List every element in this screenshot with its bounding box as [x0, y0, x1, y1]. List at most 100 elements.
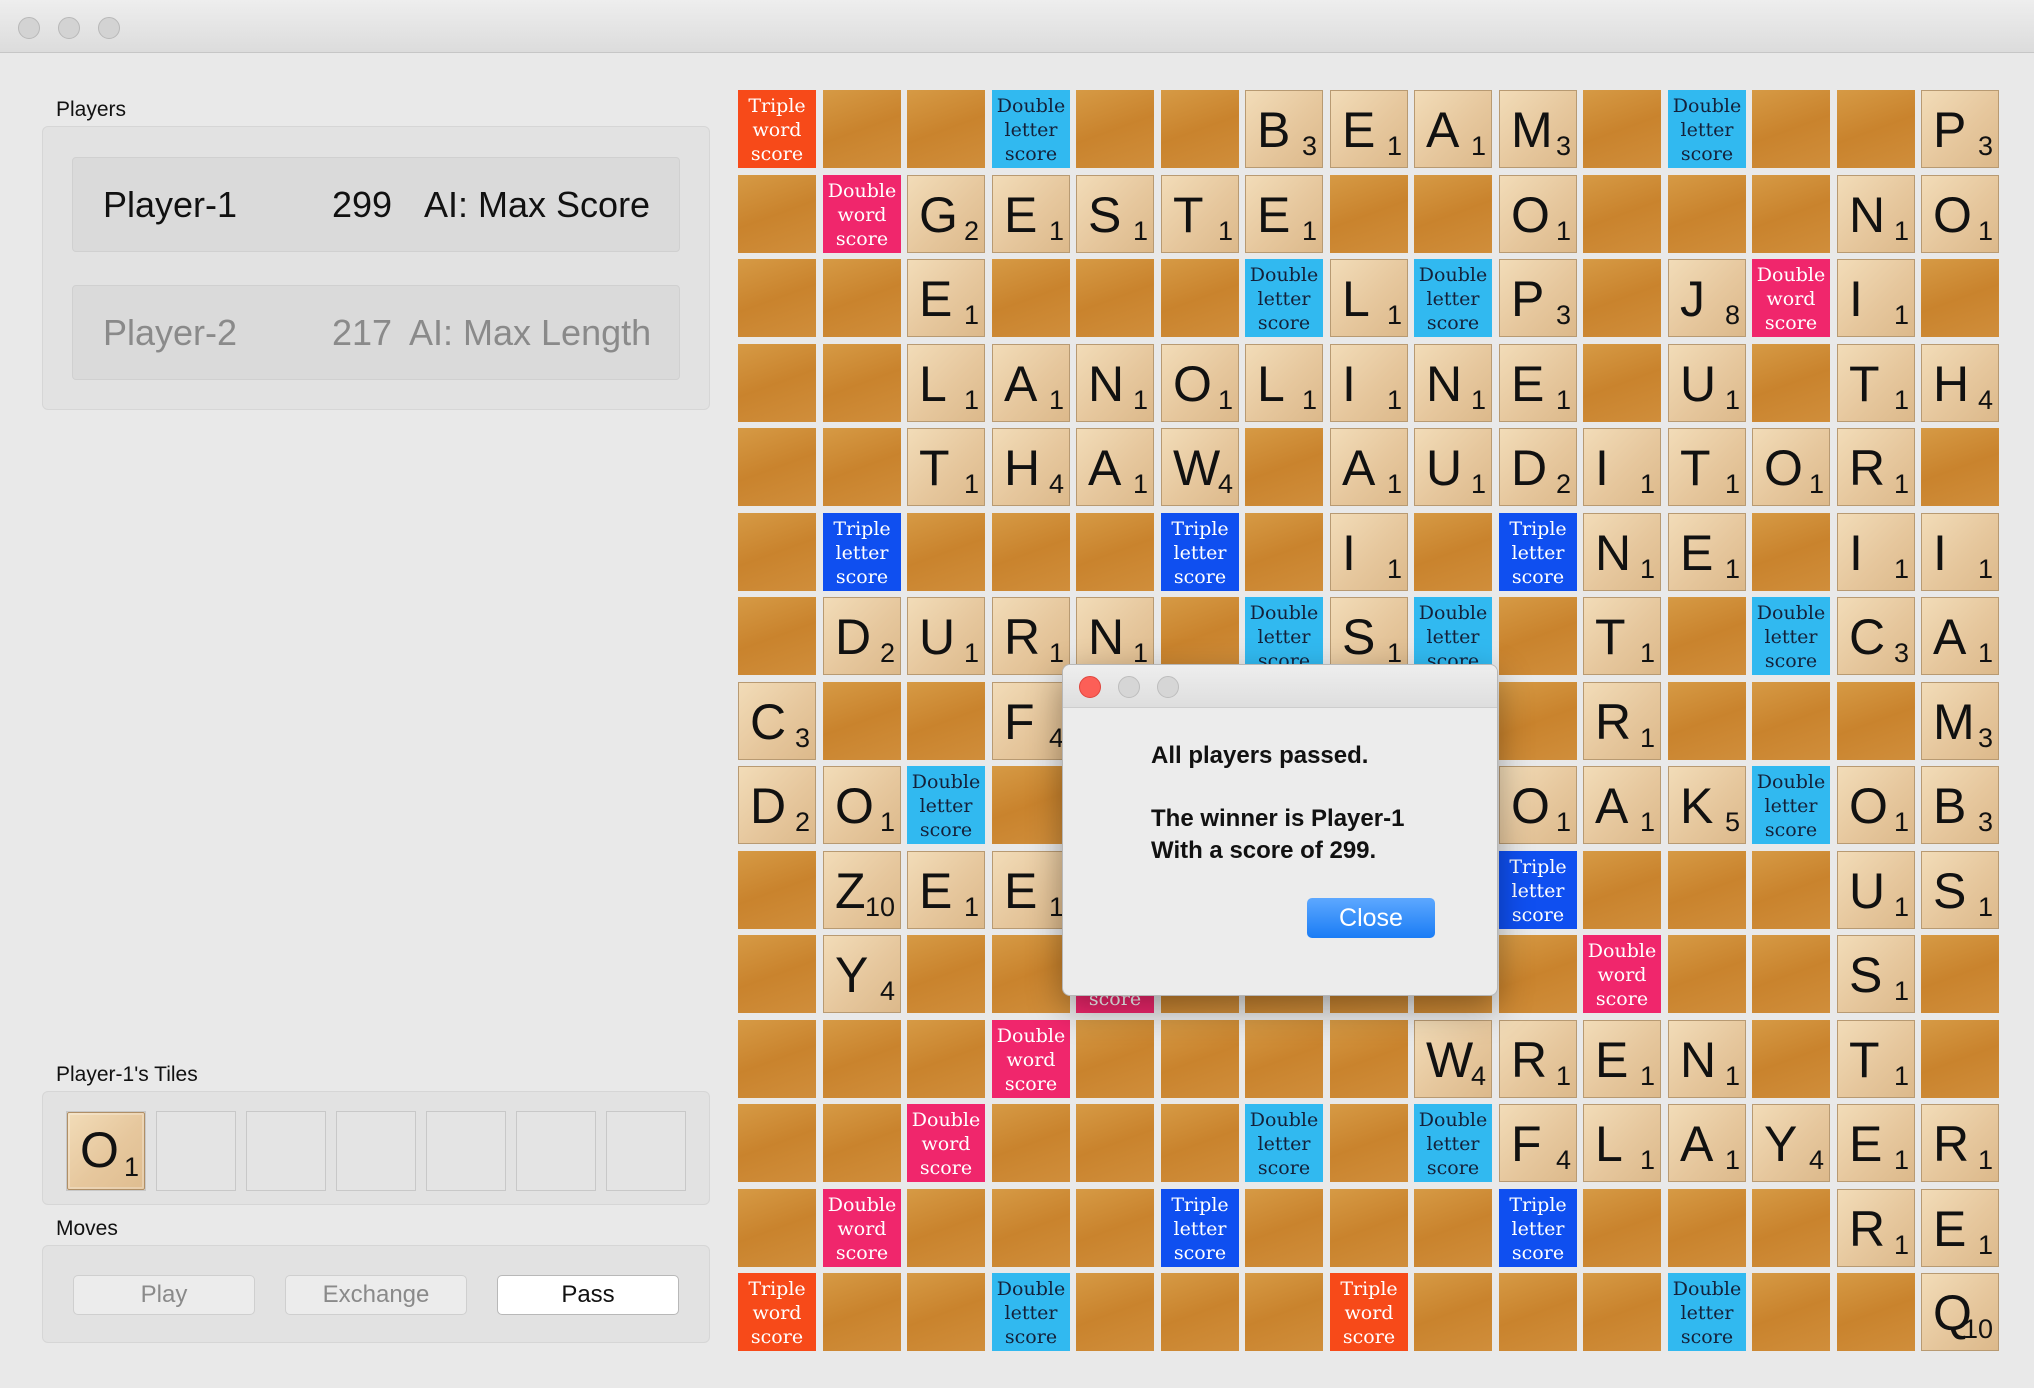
board-cell-empty[interactable] [907, 90, 985, 168]
board-tile[interactable]: R1 [992, 597, 1070, 675]
rack-slot[interactable] [246, 1111, 326, 1191]
board-cell-empty[interactable] [1837, 682, 1915, 760]
board-cell-empty[interactable] [823, 1104, 901, 1182]
pass-button[interactable]: Pass [497, 1275, 679, 1315]
window-minimize-button[interactable] [58, 17, 80, 39]
board-cell-empty[interactable] [1583, 1273, 1661, 1351]
board-tile[interactable]: A1 [1330, 428, 1408, 506]
board-tile[interactable]: E1 [1583, 1020, 1661, 1098]
board-cell-tw[interactable]: Triple word score [738, 1273, 816, 1351]
board-tile[interactable]: H4 [992, 428, 1070, 506]
board-cell-empty[interactable] [1752, 1189, 1830, 1267]
board-cell-dl[interactable]: Double letter score [992, 1273, 1070, 1351]
board-cell-empty[interactable] [738, 1189, 816, 1267]
board-tile[interactable]: I1 [1330, 513, 1408, 591]
board-cell-empty[interactable] [1752, 935, 1830, 1013]
board-tile[interactable]: R1 [1837, 1189, 1915, 1267]
board-cell-empty[interactable] [1668, 935, 1746, 1013]
board-cell-dl[interactable]: Double letter score [907, 766, 985, 844]
board-cell-empty[interactable] [738, 513, 816, 591]
board-cell-empty[interactable] [1414, 175, 1492, 253]
board-tile[interactable]: O1 [823, 766, 901, 844]
board-cell-empty[interactable] [1076, 259, 1154, 337]
board-cell-empty[interactable] [1668, 1189, 1746, 1267]
board-cell-tl[interactable]: Triple letter score [1499, 1189, 1577, 1267]
board-tile[interactable]: L1 [907, 344, 985, 422]
board-cell-tl[interactable]: Triple letter score [823, 513, 901, 591]
board-tile[interactable]: R1 [1921, 1104, 1999, 1182]
board-cell-empty[interactable] [1499, 682, 1577, 760]
board-tile[interactable]: E1 [1245, 175, 1323, 253]
board-cell-dw[interactable]: Doublewordscore [1583, 935, 1661, 1013]
board-cell-empty[interactable] [992, 1189, 1070, 1267]
board-cell-empty[interactable] [1245, 1189, 1323, 1267]
window-close-button[interactable] [18, 17, 40, 39]
board-cell-tw[interactable]: Triple word score [1330, 1273, 1408, 1351]
board-tile[interactable]: U1 [907, 597, 985, 675]
board-cell-empty[interactable] [907, 1189, 985, 1267]
board-tile[interactable]: E1 [1499, 344, 1577, 422]
board-cell-empty[interactable] [1330, 1020, 1408, 1098]
board-tile[interactable]: F4 [992, 682, 1070, 760]
board-cell-empty[interactable] [1245, 513, 1323, 591]
board-tile[interactable]: C3 [738, 682, 816, 760]
board-tile[interactable]: T1 [1161, 175, 1239, 253]
board-cell-empty[interactable] [1668, 851, 1746, 929]
board-cell-dl[interactable]: Double letter score [1752, 766, 1830, 844]
player-row-player-2[interactable]: Player-2 217 AI: Max Length [72, 285, 680, 380]
board-cell-empty[interactable] [1076, 1189, 1154, 1267]
rack-slot[interactable] [516, 1111, 596, 1191]
board-tile[interactable]: O1 [1161, 344, 1239, 422]
board-tile[interactable]: A1 [1668, 1104, 1746, 1182]
rack-slot[interactable] [336, 1111, 416, 1191]
board-tile[interactable]: A1 [1583, 766, 1661, 844]
board-cell-empty[interactable] [1330, 1189, 1408, 1267]
board-tile[interactable]: I1 [1837, 259, 1915, 337]
board-tile[interactable]: U1 [1414, 428, 1492, 506]
board-tile[interactable]: M3 [1499, 90, 1577, 168]
window-zoom-button[interactable] [98, 17, 120, 39]
board-tile[interactable]: W4 [1414, 1020, 1492, 1098]
play-button[interactable]: Play [73, 1275, 255, 1315]
board-cell-empty[interactable] [1161, 1104, 1239, 1182]
board-tile[interactable]: P3 [1499, 259, 1577, 337]
board-cell-dw[interactable]: Doublewordscore [907, 1104, 985, 1182]
board-cell-dw[interactable]: Doublewordscore [1752, 259, 1830, 337]
player-row-player-1[interactable]: Player-1 299 AI: Max Score [72, 157, 680, 252]
board-cell-empty[interactable] [823, 344, 901, 422]
board-cell-empty[interactable] [1161, 259, 1239, 337]
board-cell-empty[interactable] [1583, 851, 1661, 929]
board-tile[interactable]: E1 [907, 851, 985, 929]
board-cell-empty[interactable] [1076, 1104, 1154, 1182]
board-cell-empty[interactable] [1752, 1273, 1830, 1351]
board-tile[interactable]: D2 [1499, 428, 1577, 506]
board-tile[interactable]: E1 [992, 175, 1070, 253]
board-tile[interactable]: S1 [1921, 851, 1999, 929]
board-cell-dw[interactable]: Doublewordscore [823, 1189, 901, 1267]
board-cell-dl[interactable]: Double letter score [992, 90, 1070, 168]
board-tile[interactable]: E1 [1330, 90, 1408, 168]
board-tile[interactable]: H4 [1921, 344, 1999, 422]
board-cell-empty[interactable] [1245, 1273, 1323, 1351]
board-cell-empty[interactable] [907, 935, 985, 1013]
board-tile[interactable]: N1 [1668, 1020, 1746, 1098]
board-tile[interactable]: T1 [1668, 428, 1746, 506]
board-cell-empty[interactable] [907, 1020, 985, 1098]
board-cell-empty[interactable] [1921, 935, 1999, 1013]
board-tile[interactable]: A1 [1414, 90, 1492, 168]
board-cell-empty[interactable] [992, 935, 1070, 1013]
board-tile[interactable]: I1 [1583, 428, 1661, 506]
board-cell-tl[interactable]: Triple letter score [1499, 851, 1577, 929]
board-cell-tl[interactable]: Triple letter score [1499, 513, 1577, 591]
rack-slot[interactable] [606, 1111, 686, 1191]
board-cell-tl[interactable]: Triple letter score [1161, 1189, 1239, 1267]
board-tile[interactable]: Q 10 [1921, 1273, 1999, 1351]
board-tile[interactable]: B3 [1245, 90, 1323, 168]
board-cell-empty[interactable] [1668, 597, 1746, 675]
board-cell-empty[interactable] [1837, 90, 1915, 168]
board-cell-empty[interactable] [1921, 259, 1999, 337]
board-cell-empty[interactable] [1583, 344, 1661, 422]
board-tile[interactable]: U1 [1668, 344, 1746, 422]
board-cell-empty[interactable] [1414, 1189, 1492, 1267]
board-cell-dl[interactable]: Double letter score [1668, 1273, 1746, 1351]
